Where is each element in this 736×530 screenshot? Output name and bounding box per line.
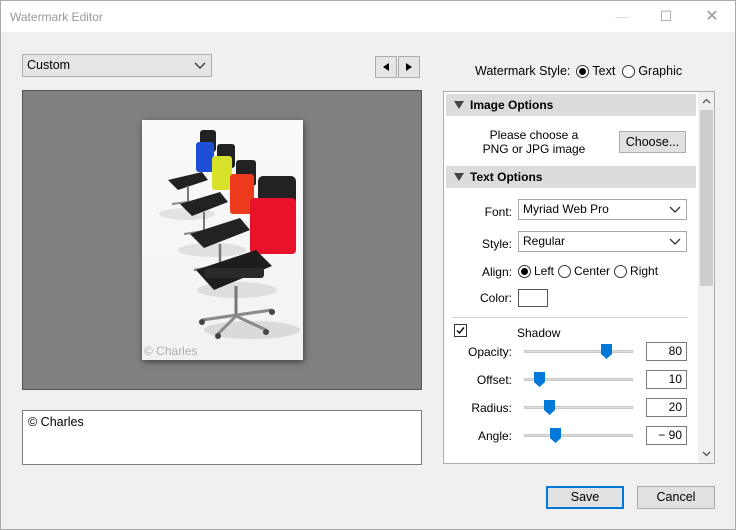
text-color-swatch[interactable] <box>518 289 548 307</box>
save-button[interactable]: Save <box>546 486 624 509</box>
scroll-up-icon[interactable] <box>702 97 711 106</box>
angle-slider-track[interactable] <box>524 434 633 437</box>
shadow-checkbox[interactable] <box>454 324 467 337</box>
section-divider <box>452 317 688 318</box>
triangle-down-icon <box>454 101 464 109</box>
triangle-left-icon <box>383 63 389 71</box>
options-panel: Image Options Please choose a PNG or JPG… <box>443 91 715 464</box>
title-bar: Watermark Editor — ☐ ✕ <box>1 1 735 32</box>
radius-input[interactable]: 20 <box>646 398 687 417</box>
next-button[interactable] <box>398 56 420 78</box>
chevron-down-icon <box>194 62 206 69</box>
font-select[interactable]: Myriad Web Pro <box>518 199 687 220</box>
radius-label: Radius: <box>471 401 512 415</box>
style-graphic-radio[interactable] <box>622 64 636 78</box>
font-value: Myriad Web Pro <box>523 202 609 216</box>
scrollbar-thumb[interactable] <box>700 110 713 286</box>
close-button[interactable]: ✕ <box>689 1 735 32</box>
watermark-style-label: Watermark Style: <box>475 64 571 78</box>
panel-scrollbar[interactable] <box>698 92 714 463</box>
cancel-button[interactable]: Cancel <box>637 486 715 509</box>
align-label: Align: <box>481 265 512 279</box>
preset-select[interactable]: Custom <box>22 54 212 77</box>
window-title: Watermark Editor <box>10 10 103 24</box>
watermark-preview: © Charles <box>22 90 422 390</box>
style-text-radio[interactable] <box>576 64 590 78</box>
font-label: Font: <box>484 205 512 219</box>
image-prompt: Please choose a PNG or JPG image <box>464 128 604 156</box>
text-options-header[interactable]: Text Options <box>446 166 696 188</box>
style-text-label[interactable]: Text <box>592 64 615 78</box>
image-options-header[interactable]: Image Options <box>446 94 696 116</box>
radius-slider-track[interactable] <box>524 406 633 409</box>
scroll-down-icon[interactable] <box>702 449 711 458</box>
align-left-radio[interactable] <box>518 264 531 278</box>
offset-slider-thumb[interactable] <box>534 372 545 387</box>
previous-button[interactable] <box>375 56 397 78</box>
angle-label: Angle: <box>477 429 512 443</box>
watermark-editor-window: Watermark Editor — ☐ ✕ Custom Watermark … <box>0 0 736 530</box>
triangle-right-icon <box>406 63 412 71</box>
triangle-down-icon <box>454 173 464 181</box>
opacity-slider-track[interactable] <box>524 350 633 353</box>
watermark-style-group: Watermark Style: Text Graphic <box>475 64 682 78</box>
offset-input[interactable]: 10 <box>646 370 687 389</box>
watermark-text-input[interactable]: © Charles <box>22 410 422 465</box>
style-value: Regular <box>523 234 566 248</box>
align-left-label[interactable]: Left <box>534 264 554 278</box>
checkmark-icon <box>456 327 465 335</box>
color-label: Color: <box>479 291 512 305</box>
opacity-label: Opacity: <box>467 345 512 359</box>
choose-image-button[interactable]: Choose... <box>619 131 686 153</box>
image-prompt-line1: Please choose a <box>489 128 579 142</box>
office-chairs-image <box>159 130 300 339</box>
offset-label: Offset: <box>476 373 512 387</box>
opacity-input[interactable]: 80 <box>646 342 687 361</box>
shadow-label: Shadow <box>517 326 561 340</box>
chevron-down-icon <box>669 206 681 213</box>
align-center-radio[interactable] <box>558 264 572 278</box>
maximize-button[interactable]: ☐ <box>643 1 689 32</box>
preview-photo: © Charles <box>142 120 303 360</box>
align-group: Left Center Right <box>518 264 658 278</box>
text-options-title: Text Options <box>470 170 543 184</box>
angle-input[interactable]: − 90 <box>646 426 687 445</box>
radius-slider-thumb[interactable] <box>544 400 555 415</box>
chevron-down-icon <box>669 238 681 245</box>
opacity-slider-thumb[interactable] <box>601 344 612 359</box>
minimize-button[interactable]: — <box>599 1 645 32</box>
preview-watermark-text: © Charles <box>144 344 198 358</box>
image-options-title: Image Options <box>470 98 554 112</box>
align-right-radio[interactable] <box>614 264 628 278</box>
angle-slider-thumb[interactable] <box>550 428 561 443</box>
preset-value: Custom <box>27 58 71 72</box>
image-prompt-line2: PNG or JPG image <box>482 142 586 156</box>
style-label: Style: <box>481 237 512 251</box>
style-graphic-label[interactable]: Graphic <box>638 64 682 78</box>
align-right-label[interactable]: Right <box>630 264 658 278</box>
align-center-label[interactable]: Center <box>574 264 610 278</box>
style-select[interactable]: Regular <box>518 231 687 252</box>
